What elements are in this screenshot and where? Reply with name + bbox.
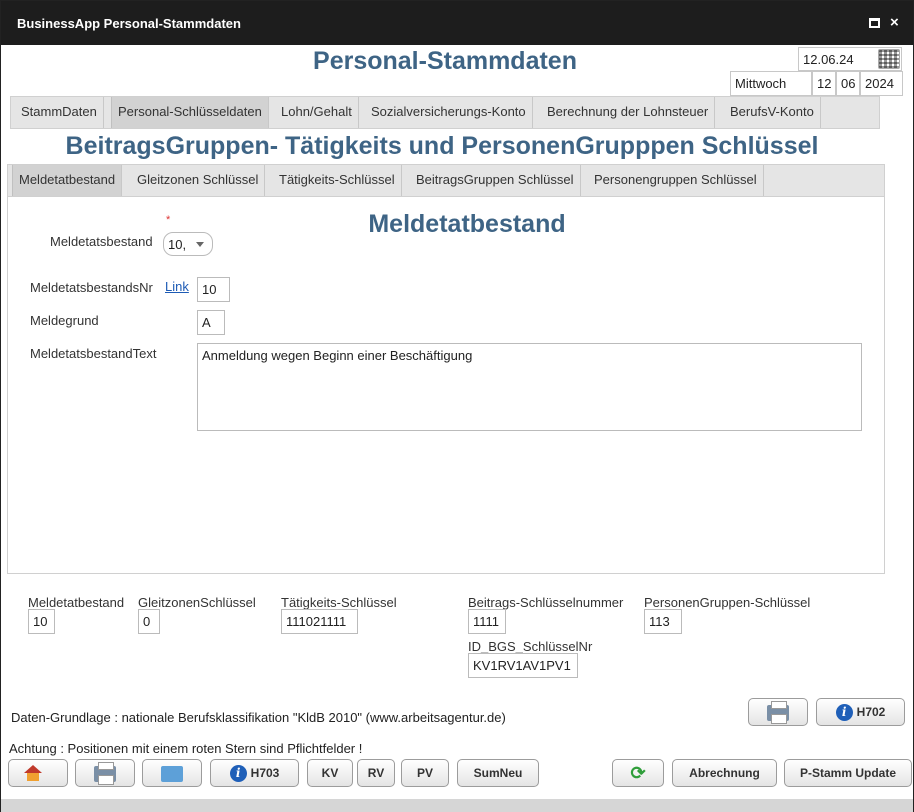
weekday-field: Mittwoch bbox=[730, 71, 812, 96]
tab-taetigkeits-schluessel[interactable]: Tätigkeits-Schlüssel bbox=[273, 165, 402, 196]
tab-personengruppen-schluessel[interactable]: Personengruppen Schlüssel bbox=[588, 165, 764, 196]
tab-meldetatbestand[interactable]: Meldetatbestand bbox=[12, 165, 123, 196]
main-tab-bar: StammDaten Personal-Schlüsseldaten Lohn/… bbox=[10, 96, 880, 129]
folder-icon bbox=[161, 766, 183, 782]
tab-beitragsgruppen-schluessel[interactable]: BeitragsGruppen Schlüssel bbox=[410, 165, 581, 196]
chevron-down-icon bbox=[196, 242, 204, 247]
close-icon[interactable]: × bbox=[890, 14, 899, 31]
home-button[interactable] bbox=[8, 759, 68, 787]
calendar-icon[interactable] bbox=[878, 49, 900, 69]
panel-title: Meldetatbestand bbox=[368, 210, 566, 238]
p-stamm-update-button[interactable]: P-Stamm Update bbox=[784, 759, 912, 787]
pv-button[interactable]: PV bbox=[401, 759, 449, 787]
summary-taetigkeits-field: 111021111 bbox=[281, 609, 358, 634]
tab-berufsv-konto[interactable]: BerufsV-Konto bbox=[724, 97, 821, 128]
day-field: 12 bbox=[812, 71, 836, 96]
home-icon bbox=[24, 765, 42, 781]
year-field: 2024 bbox=[860, 71, 903, 96]
summary-id-bgs-label: ID_BGS_SchlüsselNr bbox=[468, 639, 593, 654]
open-folder-button[interactable] bbox=[142, 759, 202, 787]
maximize-icon[interactable] bbox=[869, 18, 880, 28]
tab-berechnung-lohnsteuer[interactable]: Berechnung der Lohnsteuer bbox=[541, 97, 716, 128]
summary-personengruppen-field: 113 bbox=[644, 609, 682, 634]
summary-taetigkeits-label: Tätigkeits-Schlüssel bbox=[281, 595, 397, 610]
h703-label: H703 bbox=[250, 766, 280, 780]
info-icon: i bbox=[229, 765, 247, 783]
month-field: 06 bbox=[836, 71, 860, 96]
sumneu-button[interactable]: SumNeu bbox=[457, 759, 539, 787]
meldetatsbestand-value: 10, bbox=[168, 237, 187, 252]
meldegrund-label: Meldegrund bbox=[30, 313, 99, 328]
summary-beitrags-field: 1111 bbox=[468, 609, 506, 634]
tab-lohn-gehalt[interactable]: Lohn/Gehalt bbox=[275, 97, 359, 128]
tab-personal-schluesseldaten[interactable]: Personal-Schlüsseldaten bbox=[111, 97, 269, 128]
required-marker: * bbox=[166, 214, 171, 226]
summary-personengruppen-label: PersonenGruppen-Schlüssel bbox=[644, 595, 811, 610]
tab-gleitzonen-schluessel[interactable]: Gleitzonen Schlüssel bbox=[131, 165, 266, 196]
h702-label: H702 bbox=[856, 705, 886, 719]
summary-meldetatbestand-field: 10 bbox=[28, 609, 55, 634]
sub-tab-bar: Meldetatbestand Gleitzonen Schlüssel Tät… bbox=[7, 164, 885, 197]
meldetatsbestandsnr-field[interactable]: 10 bbox=[197, 277, 230, 302]
printer-icon bbox=[94, 762, 116, 785]
app-window: BusinessApp Personal-Stammdaten × Person… bbox=[0, 0, 914, 812]
summary-id-bgs-field: KV1RV1AV1PV1 bbox=[468, 653, 578, 678]
tab-sozialversicherungs-konto[interactable]: Sozialversicherungs-Konto bbox=[365, 97, 533, 128]
meldetatsbestand-select[interactable]: 10, bbox=[163, 232, 213, 256]
summary-gleitzonen-field: 0 bbox=[138, 609, 160, 634]
printer-icon bbox=[767, 701, 789, 724]
meldetatsbestandsnr-label: MeldetatsbestandsNr bbox=[30, 280, 153, 295]
section-title: BeitragsGruppen- Tätigkeits und Personen… bbox=[65, 132, 819, 160]
print-button[interactable] bbox=[75, 759, 135, 787]
data-source-note: Daten-Grundlage : nationale Berufsklassi… bbox=[11, 710, 506, 725]
title-bar: BusinessApp Personal-Stammdaten × bbox=[1, 1, 913, 45]
summary-beitrags-label: Beitrags-Schlüsselnummer bbox=[468, 595, 624, 610]
h702-button[interactable]: i H702 bbox=[816, 698, 905, 726]
print-button-top[interactable] bbox=[748, 698, 808, 726]
meldetatsbestandtext-label: MeldetatsbestandText bbox=[30, 346, 157, 361]
required-fields-warning: Achtung : Positionen mit einem roten Ste… bbox=[9, 741, 363, 756]
refresh-icon: ⟳ bbox=[630, 763, 646, 783]
summary-meldetatbestand-label: Meldetatbestand bbox=[28, 595, 125, 610]
meldetatsbestand-label: Meldetatsbestand bbox=[50, 234, 153, 249]
horizontal-scrollbar[interactable] bbox=[1, 799, 913, 812]
h703-button[interactable]: i H703 bbox=[210, 759, 299, 787]
refresh-button[interactable]: ⟳ bbox=[612, 759, 664, 787]
rv-button[interactable]: RV bbox=[357, 759, 395, 787]
abrechnung-button[interactable]: Abrechnung bbox=[672, 759, 777, 787]
meldetatsbestandtext-field[interactable]: Anmeldung wegen Beginn einer Beschäftigu… bbox=[197, 343, 862, 431]
info-icon: i bbox=[835, 704, 853, 722]
tab-stammdaten[interactable]: StammDaten bbox=[15, 97, 104, 128]
window-title: BusinessApp Personal-Stammdaten bbox=[17, 16, 241, 31]
link[interactable]: Link bbox=[165, 279, 189, 294]
meldegrund-field[interactable]: A bbox=[197, 310, 225, 335]
kv-button[interactable]: KV bbox=[307, 759, 353, 787]
summary-gleitzonen-label: GleitzonenSchlüssel bbox=[138, 595, 256, 610]
